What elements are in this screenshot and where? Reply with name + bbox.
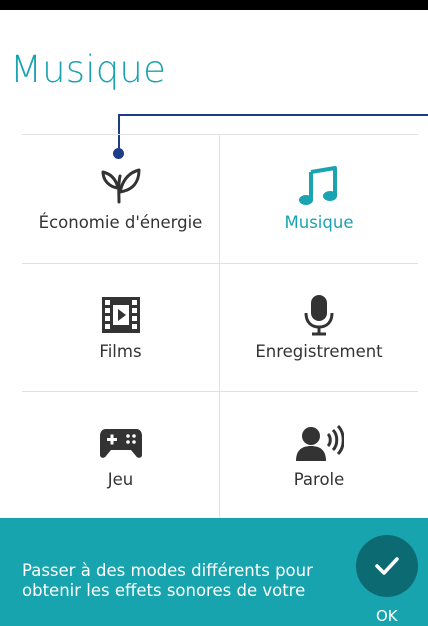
speaking-person-icon: [220, 420, 418, 466]
mode-label: Musique: [284, 213, 354, 232]
mode-label: Économie d'énergie: [38, 213, 203, 232]
checkmark-icon: [375, 557, 399, 575]
music-note-icon: [220, 163, 418, 209]
tutorial-hint-line: Passer à des modes différents pour: [22, 561, 313, 580]
mode-power-saving[interactable]: Économie d'énergie: [22, 135, 220, 263]
film-icon: [22, 292, 219, 338]
status-bar: [0, 0, 428, 10]
mode-music[interactable]: Musique: [220, 135, 418, 263]
tutorial-hint-line: obtenir les effets sonores de votre: [22, 581, 306, 600]
tutorial-hint: Passer à des modes différents pour obten…: [22, 561, 342, 601]
mode-speech[interactable]: Parole: [220, 391, 418, 519]
gamepad-icon: [22, 420, 219, 466]
mode-label: Jeu: [107, 470, 134, 489]
mode-label: Parole: [293, 470, 345, 489]
ok-button[interactable]: [356, 535, 418, 597]
tutorial-footer: Passer à des modes différents pour obten…: [0, 518, 428, 626]
mode-game[interactable]: Jeu: [22, 391, 220, 519]
leaf-icon: [22, 163, 219, 209]
ok-label: OK: [376, 607, 398, 625]
mode-recording[interactable]: Enregistrement: [220, 263, 418, 391]
sound-mode-grid: Économie d'énergie Musique Films Enregis…: [22, 134, 418, 519]
microphone-icon: [220, 292, 418, 338]
mode-movies[interactable]: Films: [22, 263, 220, 391]
mode-label: Enregistrement: [255, 342, 383, 361]
mode-label: Films: [99, 342, 142, 361]
page-title: Musique: [10, 48, 167, 91]
